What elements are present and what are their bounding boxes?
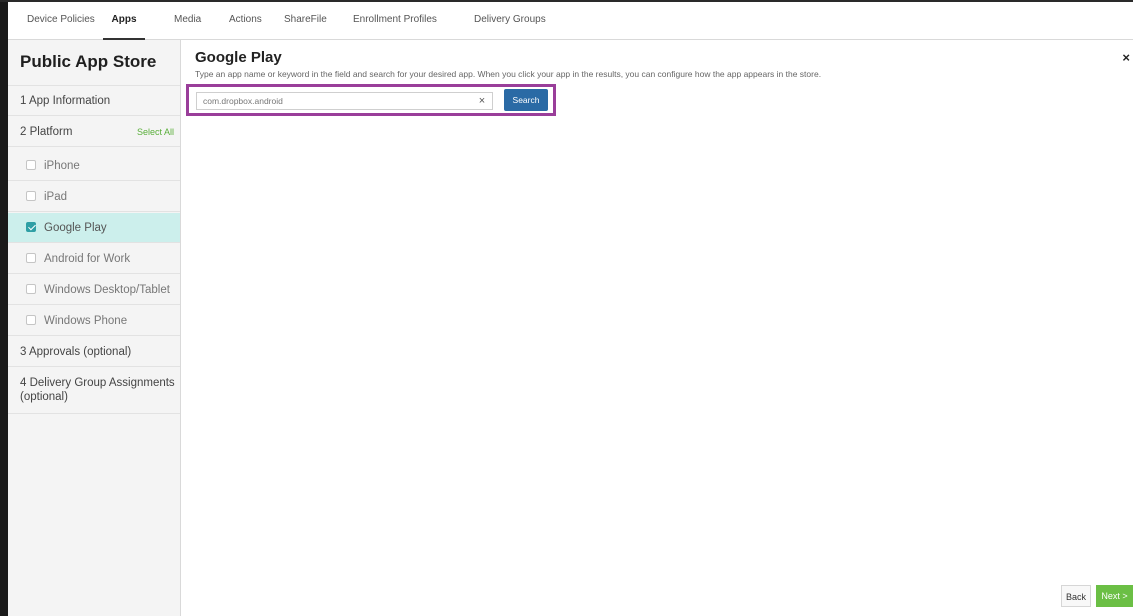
platform-label-iphone: iPhone xyxy=(44,160,80,172)
step-platform-label: 2 Platform xyxy=(20,126,73,138)
step-delivery-group-assignments[interactable]: 4 Delivery Group Assignments (optional) xyxy=(8,368,180,414)
checkbox-android-for-work[interactable] xyxy=(26,252,36,263)
search-input[interactable]: com.dropbox.android xyxy=(196,92,493,110)
step-delivery-group-assignments-label: 4 Delivery Group Assignments (optional) xyxy=(20,377,175,403)
platform-item-google-play[interactable]: Google Play xyxy=(8,213,180,243)
platform-label-android-for-work: Android for Work xyxy=(44,253,131,265)
window-frame-left xyxy=(0,0,8,616)
back-button[interactable]: Back xyxy=(1061,585,1091,607)
tab-device-policies[interactable]: Device Policies xyxy=(27,2,95,40)
step-app-information-label: 1 App Information xyxy=(20,95,111,107)
next-button[interactable]: Next > xyxy=(1096,585,1133,607)
platform-item-ipad[interactable]: iPad xyxy=(8,182,180,212)
main-panel: Google Play Type an app name or keyword … xyxy=(181,40,1133,616)
checkbox-windows-desktop-tablet[interactable] xyxy=(26,283,36,294)
page-title: Google Play xyxy=(195,49,282,66)
platform-item-windows-phone[interactable]: Windows Phone xyxy=(8,306,180,336)
tab-media[interactable]: Media xyxy=(174,2,201,40)
tab-sharefile[interactable]: ShareFile xyxy=(284,2,327,40)
platform-item-android-for-work[interactable]: Android for Work xyxy=(8,244,180,274)
close-icon[interactable]: × xyxy=(1122,50,1130,65)
wizard-sidebar: Public App Store 1 App Information 2 Pla… xyxy=(8,40,181,616)
step-app-information[interactable]: 1 App Information xyxy=(8,86,180,116)
tab-delivery-groups[interactable]: Delivery Groups xyxy=(474,2,546,40)
platform-item-windows-desktop-tablet[interactable]: Windows Desktop/Tablet xyxy=(8,275,180,305)
tab-apps[interactable]: Apps xyxy=(103,2,145,40)
clear-icon[interactable]: × xyxy=(472,92,492,110)
platform-label-windows-desktop-tablet: Windows Desktop/Tablet xyxy=(44,284,170,296)
step-approvals-label: 3 Approvals (optional) xyxy=(20,346,132,358)
checkbox-google-play[interactable] xyxy=(26,221,36,232)
step-approvals[interactable]: 3 Approvals (optional) xyxy=(8,337,180,367)
top-navigation: Device Policies Apps Media Actions Share… xyxy=(8,2,1133,40)
platform-label-windows-phone: Windows Phone xyxy=(44,315,128,327)
select-all-link[interactable]: Select All xyxy=(137,117,174,147)
checkbox-ipad[interactable] xyxy=(26,190,36,201)
checkbox-windows-phone[interactable] xyxy=(26,314,36,325)
platform-item-iphone[interactable]: iPhone xyxy=(8,151,180,181)
sidebar-heading: Public App Store xyxy=(8,40,180,86)
search-button[interactable]: Search xyxy=(504,89,548,111)
tab-actions[interactable]: Actions xyxy=(229,2,262,40)
platform-label-google-play: Google Play xyxy=(44,222,107,234)
platform-label-ipad: iPad xyxy=(44,191,68,203)
tab-enrollment-profiles[interactable]: Enrollment Profiles xyxy=(353,2,437,40)
checkbox-iphone[interactable] xyxy=(26,159,36,170)
step-platform[interactable]: 2 Platform Select All xyxy=(8,117,180,147)
page-description: Type an app name or keyword in the field… xyxy=(195,69,822,79)
